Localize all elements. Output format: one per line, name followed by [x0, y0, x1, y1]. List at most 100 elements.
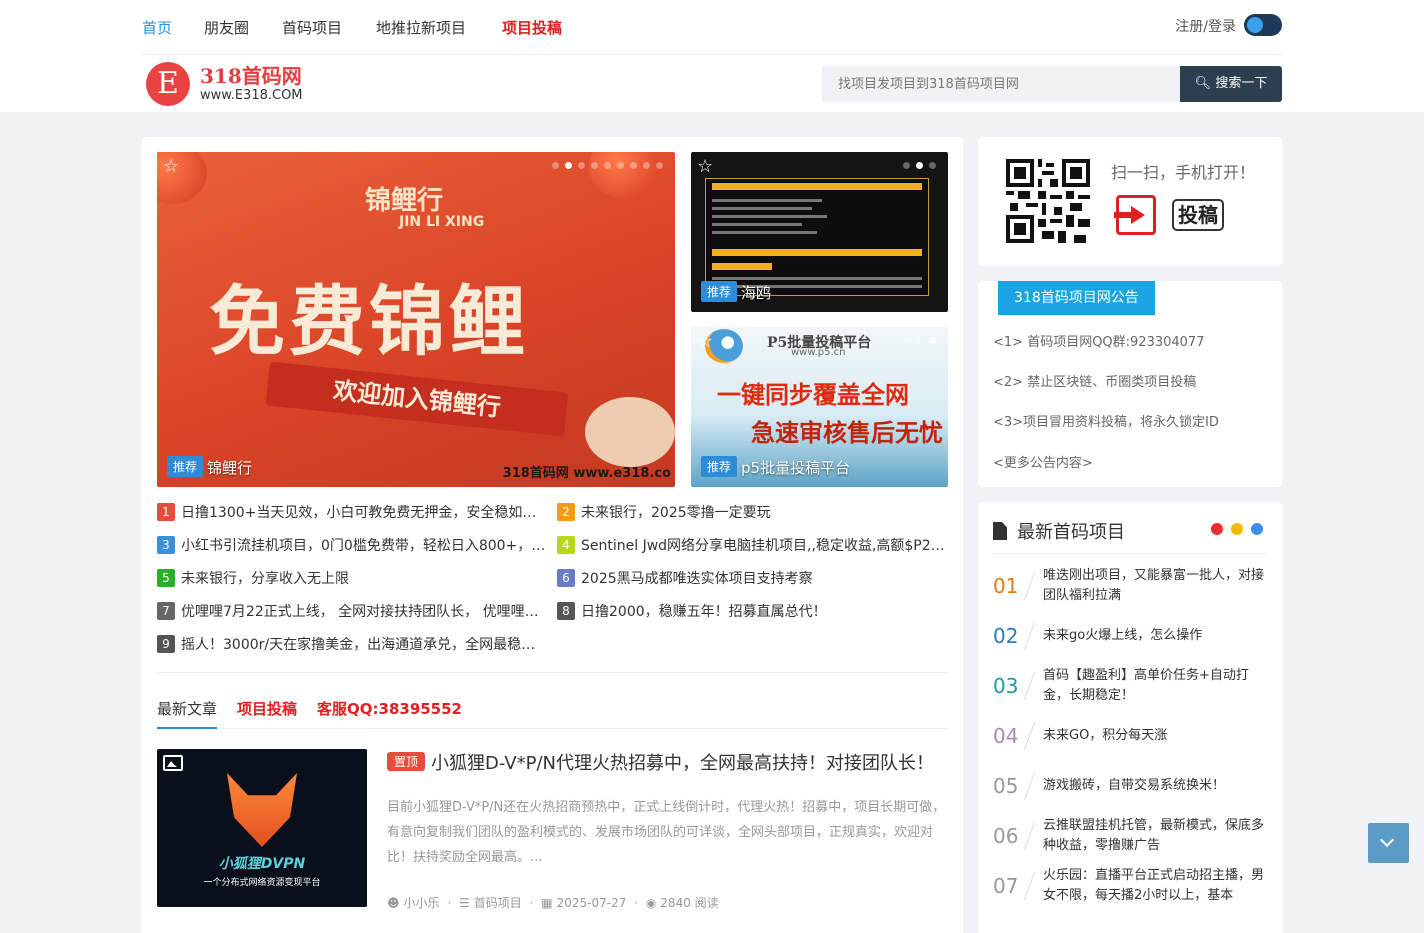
rank-number: 07 [993, 874, 1019, 898]
list-item[interactable]: 2 未来银行，2025零撸一定要玩 [557, 502, 947, 524]
announcement-item[interactable]: <1> 首码项目网QQ群:923304077 [993, 331, 1204, 350]
submit-button[interactable]: 投稿 [1172, 199, 1224, 231]
rank-number: 04 [993, 724, 1019, 748]
slide-watermark: 318首码网 www.e318.co [502, 466, 671, 481]
pinned-badge: 置顶 [387, 752, 426, 771]
slide-headline: 免费锦鲤 [209, 277, 529, 366]
back-to-top-button[interactable] [1368, 823, 1409, 863]
rank-number: 4 [557, 536, 575, 554]
slide-pagination[interactable] [903, 337, 936, 344]
latest-projects-card: 最新首码项目 01 唯迭刚出项目，又能暴富一批人，对接团队福利拉满 02 未来go火… [978, 502, 1282, 933]
category-icon: ☰ [459, 896, 470, 910]
slide-title[interactable]: p5批量投稿平台 [741, 457, 850, 478]
recommend-badge: 推荐 [701, 281, 738, 302]
announcement-title: 318首码项目网公告 [998, 281, 1155, 315]
slide-brand-en: JIN LI XING [399, 214, 485, 230]
slide-featured[interactable]: 锦鲤行 JIN LI XING 免费锦鲤 欢迎加入锦鲤行 318首码网 www.… [157, 152, 675, 487]
rank-number: 3 [157, 536, 175, 554]
list-item[interactable]: 9 摇人！3000r/天在家撸美金，出海通道承兑，全网最稳项… [157, 634, 547, 656]
list-item[interactable]: 8 日撸2000，稳赚五年！招募直属总代！ [557, 601, 947, 623]
search-button-label: 搜索一下 [1215, 76, 1268, 91]
eye-icon: ◉ [645, 896, 657, 910]
post-date: 2025-07-27 [556, 896, 627, 910]
rank-number: 7 [157, 602, 175, 620]
submit-arrow-icon[interactable] [1114, 195, 1156, 235]
list-item[interactable]: 5 未来银行，分享收入无上限 [157, 568, 547, 590]
nav-first-code-projects[interactable]: 首码项目 [282, 17, 342, 38]
latest-projects-header: 最新首码项目 [993, 518, 1267, 554]
tab-service-qq[interactable]: 客服QQ:38395552 [317, 698, 462, 719]
p5-line2: 急速审核售后无忧 [751, 419, 943, 447]
slide-seagull[interactable]: ☆ 推荐 海鸥 [691, 152, 948, 312]
search-bar: 🔍︎ 搜索一下 [822, 66, 1282, 102]
header: 首页 朋友圈 首码项目 地推拉新项目 项目投稿 注册/登录 E 318首码网 w… [0, 0, 1424, 112]
nav-home[interactable]: 首页 [142, 17, 172, 38]
more-announcements-link[interactable]: <更多公告内容> [993, 452, 1093, 471]
search-icon: 🔍︎ [1194, 76, 1212, 91]
slide-title[interactable]: 锦鲤行 [207, 457, 252, 478]
post-thumbnail[interactable]: 小狐狸DVPN 一个分布式网络资源变现平台 [157, 749, 367, 907]
document-icon [993, 522, 1007, 540]
list-item[interactable]: 6 2025黑马成都唯迭实体项目支持考察 [557, 568, 947, 590]
slide-image-panel [705, 178, 929, 296]
cloud-decoration [585, 397, 675, 467]
rank-number: 05 [993, 774, 1019, 798]
list-item[interactable]: 03 首码【趣盈利】高单价任务+自动打金，长期稳定！ [993, 661, 1267, 711]
list-item[interactable]: 05 游戏搬砖，自带交易系统换米！ [993, 761, 1267, 811]
list-item[interactable]: 02 未来go火爆上线，怎么操作 [993, 611, 1267, 661]
p5-line1: 一键同步覆盖全网 [717, 381, 909, 409]
qr-scan-text: 扫一扫，手机打开！ [1111, 163, 1256, 182]
divider [157, 672, 948, 673]
fox-logo [227, 773, 297, 847]
blue-dot-icon [1251, 523, 1263, 535]
slide-title[interactable]: 海鸥 [741, 282, 771, 303]
search-input[interactable] [822, 66, 1180, 102]
logo-url: www.E318.COM [200, 88, 303, 103]
list-item[interactable]: 4 Sentinel Jwd网络分享电脑挂机项目,,稳定收益,高额$P2P… [557, 535, 947, 557]
announcement-item[interactable]: <2> 禁止区块链、币圈类项目投稿 [993, 371, 1196, 390]
list-item[interactable]: 7 优哩哩7月22正式上线， 全网对接扶持团队长， 优哩哩全… [157, 601, 547, 623]
nav-offline-promo[interactable]: 地推拉新项目 [376, 17, 466, 38]
list-item[interactable]: 3 小红书引流挂机项目，0门0槛免费带，轻松日入800+，可… [157, 535, 547, 557]
site-logo[interactable]: E 318首码网 www.E318.COM [146, 62, 326, 108]
rank-number: 1 [157, 503, 175, 521]
dark-mode-toggle[interactable] [1244, 14, 1282, 36]
lantern-decoration [589, 152, 659, 198]
list-item[interactable]: 07 火乐园：直播平台正式启动招主播，男女不限，每天播2小时以上，基本 [993, 861, 1267, 911]
login-register-link[interactable]: 注册/登录 [1175, 16, 1236, 36]
red-dot-icon [1211, 523, 1223, 535]
list-item[interactable]: 04 未来GO，积分每天涨 [993, 711, 1267, 761]
tab-submit-project[interactable]: 项目投稿 [237, 698, 297, 719]
latest-projects-title: 最新首码项目 [1017, 522, 1125, 543]
slide-pagination[interactable] [903, 162, 936, 169]
user-icon: ☻ [387, 896, 400, 910]
rank-number: 5 [157, 569, 175, 587]
post-author[interactable]: 小小乐 [404, 896, 440, 910]
list-item[interactable]: 1 日撸1300+当天见效，小白可教免费无押金，安全稳如泰… [157, 502, 547, 524]
post-category[interactable]: 首码项目 [474, 896, 522, 910]
slide-pagination[interactable] [552, 162, 663, 169]
thumb-title: 小狐狸DVPN [218, 856, 306, 872]
slide-brand: 锦鲤行 [365, 186, 444, 216]
rank-number: 06 [993, 824, 1019, 848]
star-icon: ☆ [697, 331, 714, 352]
tab-latest-articles[interactable]: 最新文章 [157, 698, 217, 719]
recommend-badge: 推荐 [167, 456, 204, 477]
qr-card: 扫一扫，手机打开！ 投稿 [978, 137, 1282, 266]
rank-number: 2 [557, 503, 575, 521]
yellow-dot-icon [1231, 523, 1243, 535]
list-item[interactable]: 06 云推联盟挂机托管，最新模式，保底多种收益，零撸赚广告 [993, 811, 1267, 861]
main-nav: 首页 朋友圈 首码项目 地推拉新项目 项目投稿 注册/登录 [142, 0, 1282, 55]
article-tabs: 最新文章 项目投稿 客服QQ:38395552 [157, 698, 948, 729]
slide-p5[interactable]: P5批量投稿平台 www.p5.cn 一键同步覆盖全网 急速审核售后无忧 ☆ 推… [691, 327, 948, 487]
list-item[interactable]: 01 唯迭刚出项目，又能暴富一批人，对接团队福利拉满 [993, 561, 1267, 611]
post-title[interactable]: 置顶 小狐狸D-V*P/N代理火热招募中，全网最高扶持！对接团队长！ [387, 749, 948, 775]
search-button[interactable]: 🔍︎ 搜索一下 [1180, 66, 1282, 102]
nav-moments[interactable]: 朋友圈 [204, 17, 249, 38]
toggle-knob [1247, 17, 1263, 33]
nav-submit-project[interactable]: 项目投稿 [502, 17, 562, 38]
rank-number: 6 [557, 569, 575, 587]
calendar-icon: ▦ [541, 896, 553, 910]
announcement-item[interactable]: <3>项目冒用资料投稿，将永久锁定ID [993, 411, 1219, 430]
qr-code-icon [1006, 159, 1090, 243]
